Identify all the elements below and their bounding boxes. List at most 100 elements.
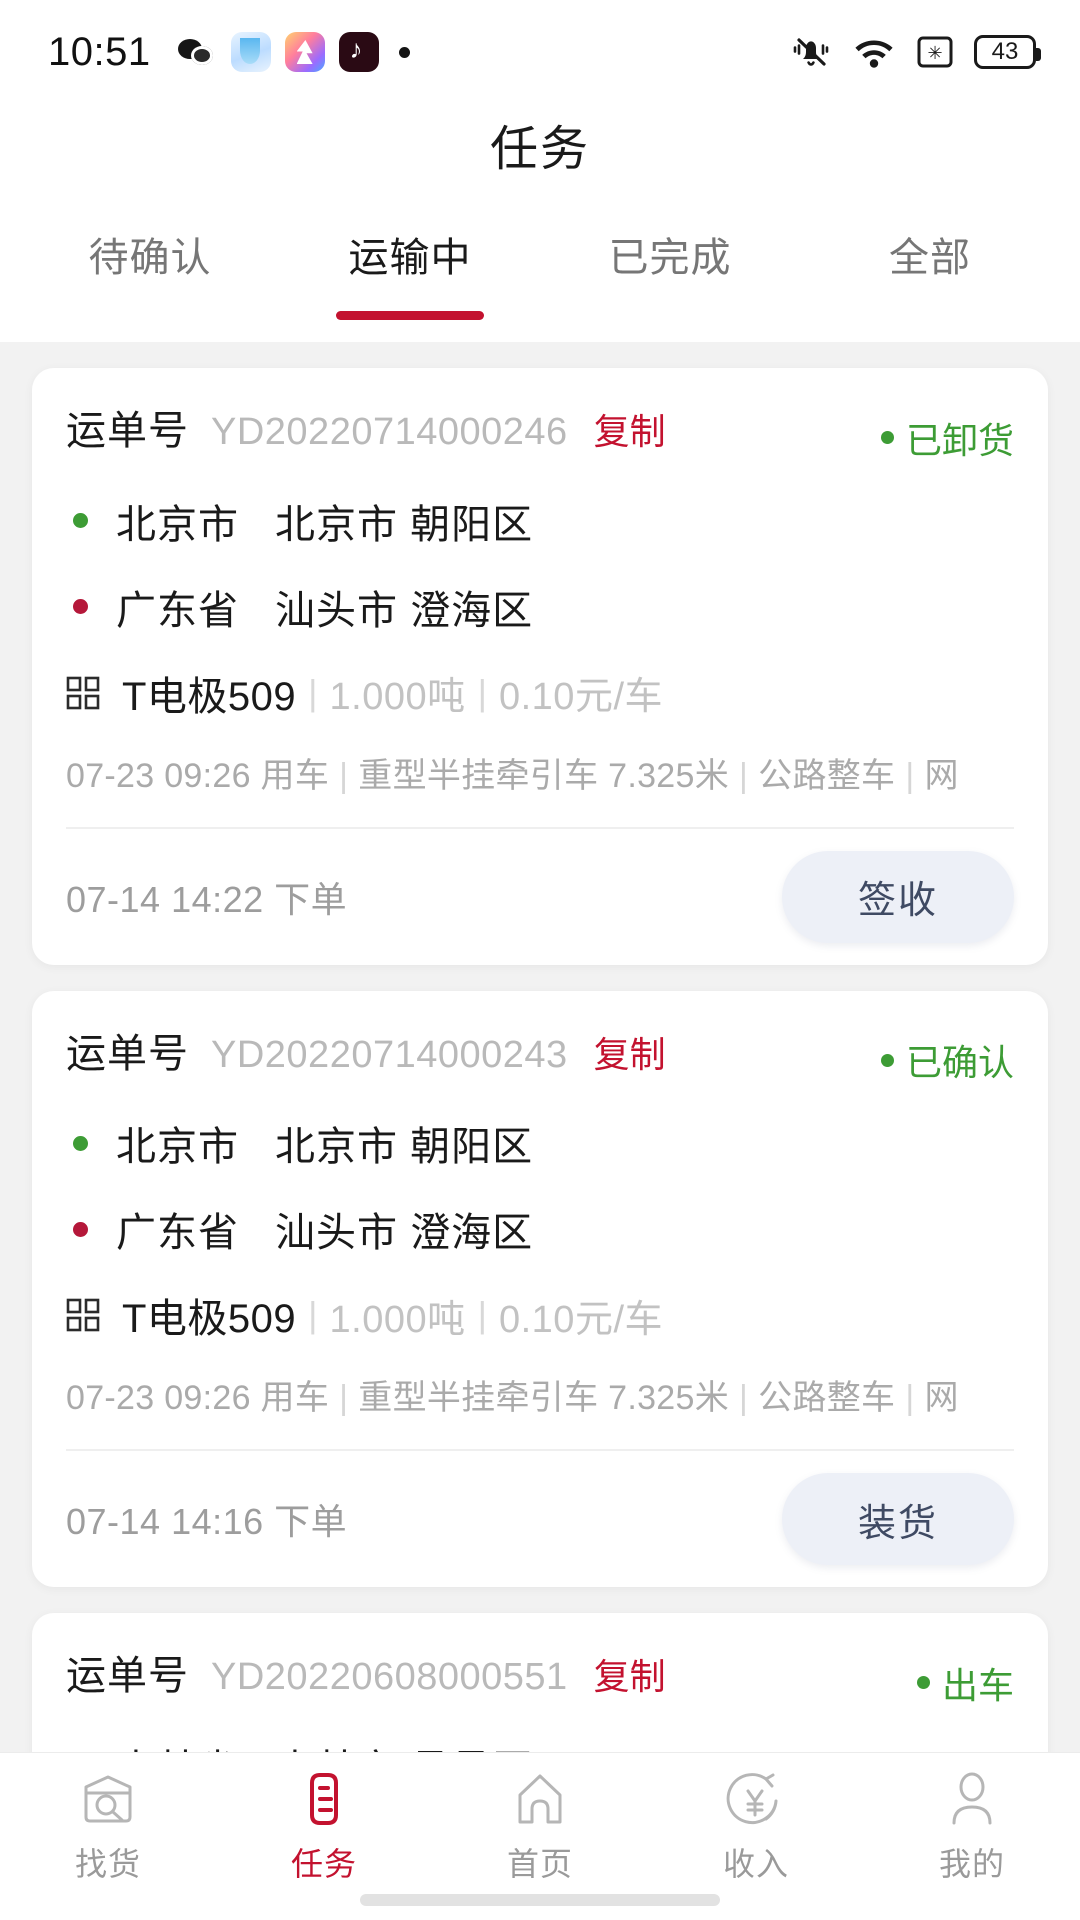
destination-city: 汕头市 澄海区 (275, 578, 533, 636)
card-footer: 07-14 14:22 下单 签收 (66, 829, 1014, 965)
route-destination: 广东省 汕头市 澄海区 (66, 1200, 1014, 1258)
task-icon (294, 1769, 354, 1829)
income-icon (726, 1769, 786, 1829)
app-root: 10:51 (0, 0, 1080, 1920)
bottom-navigation: 找货 任务 首页 (0, 1752, 1080, 1920)
card-header: 运单号 YD20220608000551 复制 出车 (66, 1643, 1014, 1709)
gradient-app-icon (285, 32, 325, 72)
tab-pending-confirm[interactable]: 待确认 (20, 212, 280, 342)
nav-label: 找货 (75, 1839, 141, 1885)
nav-item-task[interactable]: 任务 (216, 1769, 432, 1885)
destination-province: 广东省 (116, 1200, 239, 1258)
origin-dot-icon (73, 1136, 88, 1151)
tab-completed[interactable]: 已完成 (540, 212, 800, 342)
waybill-list[interactable]: 运单号 YD20220714000246 复制 已卸货 北京市 北京市 朝阳区 … (0, 342, 1080, 1920)
status-time: 10:51 (48, 30, 151, 75)
status-dot-icon (881, 431, 894, 444)
route-origin: 北京市 北京市 朝阳区 (66, 1114, 1014, 1172)
tab-label: 待确认 (89, 234, 212, 282)
waybill-meta: 07-23 09:26 用车|重型半挂牵引车 7.325米|公路整车|网 (66, 748, 1014, 827)
waybill-label: 运单号 (66, 1643, 189, 1701)
mute-bell-icon (790, 33, 832, 71)
use-time: 07-23 09:26 用车 (66, 757, 329, 795)
waybill-label: 运单号 (66, 1021, 189, 1079)
use-time: 07-23 09:26 用车 (66, 1379, 329, 1417)
route-origin: 北京市 北京市 朝阳区 (66, 492, 1014, 550)
home-indicator (360, 1894, 720, 1906)
origin-city: 北京市 朝阳区 (275, 492, 533, 550)
status-dot-icon (881, 1054, 894, 1067)
load-cargo-button[interactable]: 装货 (782, 1473, 1014, 1565)
destination-city: 汕头市 澄海区 (275, 1200, 533, 1258)
origin-city: 北京市 朝阳区 (275, 1114, 533, 1172)
page-header: 任务 待确认 运输中 已完成 全部 (0, 104, 1080, 342)
destination-dot-icon (73, 1222, 88, 1237)
cargo-separator: | (308, 1294, 317, 1336)
wechat-icon (177, 32, 217, 72)
status-text: 已确认 (906, 1034, 1014, 1086)
home-icon (510, 1769, 570, 1829)
nav-item-home[interactable]: 首页 (432, 1769, 648, 1885)
origin-dot-icon (73, 513, 88, 528)
tab-label: 已完成 (609, 234, 732, 282)
cargo-grid-icon (66, 1298, 100, 1332)
tab-label: 运输中 (349, 234, 472, 282)
order-source: 网 (925, 1379, 959, 1417)
card-header: 运单号 YD20220714000246 复制 已卸货 (66, 398, 1014, 464)
origin-province: 北京市 (116, 492, 239, 550)
destination-dot-icon (73, 599, 88, 614)
route-block: 北京市 北京市 朝阳区 广东省 汕头市 澄海区 (66, 1114, 1014, 1258)
transport-type: 公路整车 (758, 757, 895, 795)
waybill-number: YD20220714000246 (211, 411, 568, 454)
tab-active-underline (336, 311, 484, 320)
status-system-icons: ✳ 43 (790, 33, 1036, 71)
card-footer: 07-14 14:16 下单 装货 (66, 1451, 1014, 1587)
waybill-meta: 07-23 09:26 用车|重型半挂牵引车 7.325米|公路整车|网 (66, 1370, 1014, 1449)
sim-icon: ✳ (916, 33, 954, 71)
vehicle-type: 重型半挂牵引车 7.325米 (358, 1379, 729, 1417)
cargo-separator: | (478, 672, 487, 714)
cargo-separator: | (478, 1294, 487, 1336)
copy-button[interactable]: 复制 (594, 1026, 666, 1078)
page-title: 任务 (0, 126, 1080, 212)
nav-item-income[interactable]: 收入 (648, 1769, 864, 1885)
status-badge: 已确认 (881, 1034, 1014, 1086)
cargo-row: T电极509 | 1.000吨 | 0.10元/车 (66, 664, 1014, 722)
cargo-price: 0.10元/车 (499, 665, 663, 720)
status-text: 出车 (942, 1657, 1014, 1709)
order-source: 网 (925, 757, 959, 795)
nav-item-profile[interactable]: 我的 (864, 1769, 1080, 1885)
tab-all[interactable]: 全部 (800, 212, 1060, 342)
tab-bar: 待确认 运输中 已完成 全部 (0, 212, 1080, 342)
waybill-number: YD20220608000551 (211, 1656, 568, 1699)
transport-type: 公路整车 (758, 1379, 895, 1417)
waybill-card[interactable]: 运单号 YD20220714000243 复制 已确认 北京市 北京市 朝阳区 … (32, 991, 1048, 1588)
cargo-separator: | (308, 672, 317, 714)
copy-button[interactable]: 复制 (594, 403, 666, 455)
vehicle-type: 重型半挂牵引车 7.325米 (358, 757, 729, 795)
status-text: 已卸货 (906, 412, 1014, 464)
svg-text:✳: ✳ (927, 43, 942, 64)
copy-button[interactable]: 复制 (594, 1648, 666, 1700)
waybill-number: YD20220714000243 (211, 1034, 568, 1077)
waybill-label: 运单号 (66, 398, 189, 456)
battery-icon: 43 (974, 35, 1036, 69)
sign-receipt-button[interactable]: 签收 (782, 851, 1014, 943)
tab-in-transit[interactable]: 运输中 (280, 212, 540, 342)
status-notification-icons (177, 32, 410, 72)
origin-province: 北京市 (116, 1114, 239, 1172)
alipay-icon (231, 32, 271, 72)
order-time: 07-14 14:16 下单 (66, 1493, 347, 1545)
more-dot-icon (399, 47, 410, 58)
tiktok-icon (339, 32, 379, 72)
cargo-weight: 1.000吨 (330, 1288, 466, 1343)
destination-province: 广东省 (116, 578, 239, 636)
waybill-card[interactable]: 运单号 YD20220714000246 复制 已卸货 北京市 北京市 朝阳区 … (32, 368, 1048, 965)
find-cargo-icon (78, 1769, 138, 1829)
wifi-icon (852, 34, 896, 70)
profile-icon (942, 1769, 1002, 1829)
nav-item-find-cargo[interactable]: 找货 (0, 1769, 216, 1885)
route-block: 北京市 北京市 朝阳区 广东省 汕头市 澄海区 (66, 492, 1014, 636)
cargo-grid-icon (66, 676, 100, 710)
cargo-name: T电极509 (122, 1286, 296, 1344)
